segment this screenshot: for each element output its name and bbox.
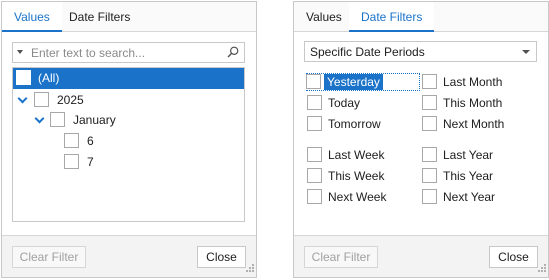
- option-last-year[interactable]: Last Year: [422, 146, 537, 164]
- tree-item-label: (All): [38, 71, 60, 85]
- resize-grip-icon[interactable]: [538, 261, 546, 275]
- option-checkbox[interactable]: [422, 95, 437, 110]
- dropdown-arrow-icon[interactable]: [522, 50, 530, 54]
- date-period-value: Specific Date Periods: [310, 45, 425, 59]
- option-checkbox[interactable]: [307, 168, 322, 183]
- option-label: Next Year: [443, 190, 496, 204]
- tab-date-filters[interactable]: Date Filters: [349, 2, 435, 32]
- option-label: This Year: [443, 169, 494, 183]
- option-label: Last Week: [328, 148, 385, 162]
- option-label: Next Month: [443, 117, 505, 131]
- option-label: Last Year: [443, 148, 494, 162]
- tree-item-7[interactable]: 7: [13, 152, 244, 173]
- tree-checkbox[interactable]: [64, 154, 79, 169]
- tab-values[interactable]: Values: [294, 2, 354, 32]
- option-checkbox[interactable]: [422, 74, 437, 89]
- values-tree: (All) 2025 January 6 7: [12, 67, 245, 222]
- tree-item-label: 6: [87, 134, 94, 148]
- option-checkbox[interactable]: [422, 189, 437, 204]
- tree-item-label: 2025: [57, 93, 84, 107]
- option-today[interactable]: Today: [307, 94, 417, 112]
- tree-item-january[interactable]: January: [13, 110, 244, 131]
- dropdown-arrow-icon[interactable]: [17, 50, 23, 54]
- search-icon[interactable]: [227, 46, 239, 61]
- chevron-down-icon[interactable]: [34, 113, 45, 124]
- option-label: Tomorrow: [328, 117, 381, 131]
- option-last-week[interactable]: Last Week: [307, 146, 417, 164]
- option-checkbox[interactable]: [422, 116, 437, 131]
- date-filters-popup: Values Date Filters Specific Date Period…: [293, 1, 549, 278]
- close-button[interactable]: Close: [197, 246, 246, 268]
- option-label: This Week: [328, 169, 385, 183]
- option-last-month[interactable]: Last Month: [422, 73, 537, 91]
- tree-checkbox[interactable]: [50, 112, 65, 127]
- tree-item-2025[interactable]: 2025: [13, 90, 244, 111]
- search-input[interactable]: [31, 44, 221, 61]
- option-label: Next Week: [328, 190, 387, 204]
- chevron-down-icon[interactable]: [17, 93, 28, 104]
- search-box: [12, 42, 245, 63]
- clear-filter-button[interactable]: Clear Filter: [12, 246, 86, 268]
- tree-item-label: January: [73, 113, 116, 127]
- option-next-year[interactable]: Next Year: [422, 188, 537, 206]
- date-period-select[interactable]: Specific Date Periods: [304, 41, 537, 62]
- tab-values[interactable]: Values: [2, 2, 62, 32]
- tree-checkbox[interactable]: [64, 133, 79, 148]
- tab-strip: Values Date Filters: [2, 2, 256, 32]
- close-button[interactable]: Close: [489, 246, 538, 268]
- tree-checkbox[interactable]: [34, 92, 49, 107]
- tab-date-filters[interactable]: Date Filters: [57, 2, 142, 32]
- option-this-week[interactable]: This Week: [307, 167, 417, 185]
- option-yesterday[interactable]: Yesterday: [306, 73, 420, 91]
- option-this-month[interactable]: This Month: [422, 94, 537, 112]
- tab-strip: Values Date Filters: [294, 2, 548, 32]
- option-label: Today: [328, 96, 361, 110]
- popup-footer: Clear Filter Close: [294, 235, 548, 277]
- tree-item-6[interactable]: 6: [13, 131, 244, 152]
- option-tomorrow[interactable]: Tomorrow: [307, 115, 417, 133]
- popup-footer: Clear Filter Close: [2, 235, 256, 277]
- option-this-year[interactable]: This Year: [422, 167, 537, 185]
- option-checkbox[interactable]: [422, 147, 437, 162]
- clear-filter-button[interactable]: Clear Filter: [304, 246, 378, 268]
- option-checkbox[interactable]: [307, 95, 322, 110]
- option-label: Last Month: [443, 75, 503, 89]
- option-checkbox[interactable]: [422, 168, 437, 183]
- option-label: This Month: [443, 96, 503, 110]
- option-checkbox[interactable]: [306, 74, 321, 89]
- option-checkbox[interactable]: [307, 147, 322, 162]
- option-checkbox[interactable]: [307, 116, 322, 131]
- option-next-month[interactable]: Next Month: [422, 115, 537, 133]
- option-checkbox[interactable]: [307, 189, 322, 204]
- resize-grip-icon[interactable]: [246, 261, 254, 275]
- values-filter-popup: Values Date Filters (All) 2025 January: [1, 1, 257, 278]
- tree-item-label: 7: [87, 155, 94, 169]
- tree-item-all[interactable]: (All): [13, 68, 244, 89]
- tree-checkbox[interactable]: [16, 70, 31, 85]
- option-next-week[interactable]: Next Week: [307, 188, 417, 206]
- option-label: Yesterday: [324, 74, 383, 90]
